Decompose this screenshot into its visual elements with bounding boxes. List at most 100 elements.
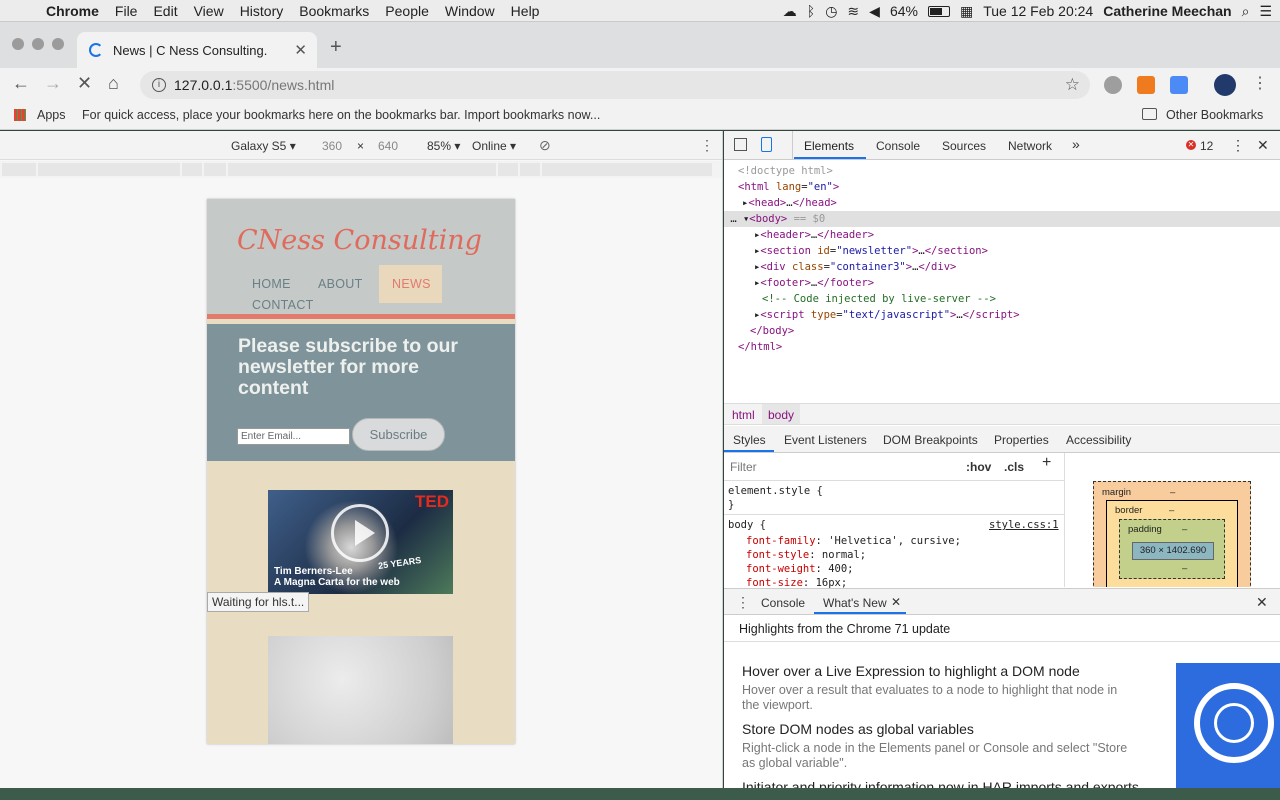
error-icon[interactable]: ✕ [1186, 140, 1196, 150]
body-close[interactable]: </body> [750, 323, 1280, 339]
window-minimize-button[interactable] [32, 38, 44, 50]
drawer-tab-whats-new[interactable]: What's New [823, 596, 887, 610]
media-bar[interactable] [38, 163, 180, 176]
tab-elements[interactable]: Elements [804, 139, 854, 153]
bookmark-star-icon[interactable]: ☆ [1065, 75, 1080, 95]
apps-link[interactable]: Apps [37, 108, 66, 122]
inspect-element-icon[interactable] [734, 138, 747, 151]
time-machine-icon[interactable]: ◷ [825, 3, 837, 20]
comment-node[interactable]: <!-- Code injected by live-server --> [762, 291, 1280, 307]
menu-window[interactable]: Window [437, 3, 503, 19]
spotlight-search-icon[interactable]: ⌕ [1242, 3, 1250, 20]
nav-news[interactable]: NEWS [392, 277, 431, 291]
new-tab-button[interactable]: + [330, 36, 342, 59]
home-icon[interactable]: ⌂ [108, 73, 119, 94]
tab-console[interactable]: Console [876, 139, 920, 153]
menu-app-chrome[interactable]: Chrome [38, 3, 107, 19]
more-tabs-icon[interactable]: » [1072, 136, 1080, 152]
nav-contact[interactable]: CONTACT [252, 298, 314, 312]
back-arrow-icon[interactable]: ← [12, 73, 30, 94]
battery-percent[interactable]: 64% [890, 3, 918, 19]
subscribe-button[interactable]: Subscribe [352, 418, 445, 451]
media-bar[interactable] [2, 163, 36, 176]
menu-edit[interactable]: Edit [145, 3, 185, 19]
device-toolbar-menu-icon[interactable]: ⋮ [700, 137, 714, 154]
tab-network[interactable]: Network [1008, 139, 1052, 153]
media-bar[interactable] [228, 163, 496, 176]
rotate-icon[interactable]: ⊘ [539, 137, 551, 154]
new-rule-icon[interactable]: + [1042, 455, 1051, 471]
device-toggle-icon[interactable] [761, 137, 772, 152]
cloud-upload-icon[interactable]: ☁ [783, 3, 797, 20]
menu-help[interactable]: Help [503, 3, 548, 19]
wifi-icon[interactable]: ≋ [847, 3, 859, 20]
html-close[interactable]: </html> [738, 339, 1280, 355]
tab-sources[interactable]: Sources [942, 139, 986, 153]
forward-arrow-icon[interactable]: → [44, 73, 62, 94]
subtab-properties[interactable]: Properties [994, 433, 1049, 447]
media-bar[interactable] [520, 163, 540, 176]
media-bar[interactable] [498, 163, 518, 176]
devtools-menu-icon[interactable]: ⋮ [1231, 137, 1245, 154]
css-prop[interactable]: font-weight: 400; [746, 562, 854, 576]
section-node[interactable]: ▸<section id="newsletter">…</section> [754, 243, 1280, 259]
analytics-extension-icon[interactable] [1137, 76, 1155, 94]
profile-avatar[interactable] [1214, 74, 1236, 96]
drawer-close-icon[interactable]: ✕ [1256, 594, 1268, 611]
body-selector[interactable]: body { [728, 518, 766, 532]
extension-icon[interactable] [1170, 76, 1188, 94]
doctype-node[interactable]: <!doctype html> [738, 163, 1280, 179]
device-select[interactable]: Galaxy S5 ▾ [231, 139, 296, 153]
play-icon[interactable] [331, 504, 389, 562]
menu-view[interactable]: View [186, 3, 232, 19]
clock-datetime[interactable]: Tue 12 Feb 20:24 [983, 3, 1093, 19]
css-prop[interactable]: font-family: 'Helvetica', cursive; [746, 534, 961, 548]
element-style-rule[interactable]: element.style { [728, 484, 823, 498]
whats-new-item-title[interactable]: Store DOM nodes as global variables [742, 721, 974, 737]
box-content[interactable]: 360 × 1402.690 [1132, 542, 1214, 560]
nav-about[interactable]: ABOUT [318, 277, 363, 291]
device-height-input[interactable]: 640 [378, 139, 398, 153]
site-logo[interactable]: CNess Consulting [237, 225, 482, 256]
cls-toggle[interactable]: .cls [1004, 460, 1024, 474]
footer-node[interactable]: ▸<footer>…</footer> [754, 275, 1280, 291]
menu-file[interactable]: File [107, 3, 146, 19]
menu-people[interactable]: People [377, 3, 437, 19]
tab-close-icon[interactable]: ✕ [294, 41, 307, 59]
menu-bookmarks[interactable]: Bookmarks [291, 3, 377, 19]
window-close-button[interactable] [12, 38, 24, 50]
address-bar[interactable]: i 127.0.0.1:5500/news.html ☆ [140, 71, 1090, 99]
bluetooth-icon[interactable]: ᛒ [807, 3, 815, 19]
other-bookmarks[interactable]: Other Bookmarks [1166, 108, 1263, 122]
script-node[interactable]: ▸<script type="text/javascript">…</scrip… [754, 307, 1280, 323]
whats-new-item-title[interactable]: Hover over a Live Expression to highligh… [742, 663, 1080, 679]
site-info-icon[interactable]: i [152, 78, 166, 92]
css-prop[interactable]: font-style: normal; [746, 548, 866, 562]
browser-tab[interactable]: News | C Ness Consulting. ✕ [77, 32, 317, 68]
volume-icon[interactable]: ◀ [869, 3, 880, 20]
window-zoom-button[interactable] [52, 38, 64, 50]
drawer-tab-console[interactable]: Console [761, 596, 805, 610]
media-bar[interactable] [542, 163, 712, 176]
html-node[interactable]: <html lang="en"> [738, 179, 1280, 195]
error-count[interactable]: 12 [1200, 139, 1213, 153]
subtab-dom-breakpoints[interactable]: DOM Breakpoints [883, 433, 978, 447]
stop-loading-icon[interactable]: ✕ [77, 73, 92, 94]
media-bar[interactable] [182, 163, 202, 176]
apps-grid-icon[interactable] [14, 109, 26, 121]
chrome-menu-icon[interactable]: ⋮ [1252, 73, 1268, 93]
hov-toggle[interactable]: :hov [966, 460, 991, 474]
nav-home[interactable]: HOME [252, 277, 291, 291]
body-node-selected[interactable]: … ▾<body> == $0 [724, 211, 1280, 227]
network-throttle-select[interactable]: Online ▾ [472, 139, 516, 153]
head-node[interactable]: ▸<head>…</head> [742, 195, 1280, 211]
box-border[interactable]: border – padding – 360 × 1402.690 – [1106, 500, 1238, 587]
header-node[interactable]: ▸<header>…</header> [754, 227, 1280, 243]
notification-center-icon[interactable]: ☰ [1259, 3, 1272, 20]
devtools-close-icon[interactable]: ✕ [1257, 137, 1269, 154]
box-padding[interactable]: padding – 360 × 1402.690 – [1119, 519, 1225, 579]
menu-history[interactable]: History [232, 3, 292, 19]
ted-video-thumbnail[interactable]: 25 YEARS TED Tim Berners-Lee A Magna Cart… [268, 490, 453, 594]
calendar-icon[interactable]: ▦ [960, 3, 973, 20]
subtab-styles[interactable]: Styles [733, 433, 766, 447]
